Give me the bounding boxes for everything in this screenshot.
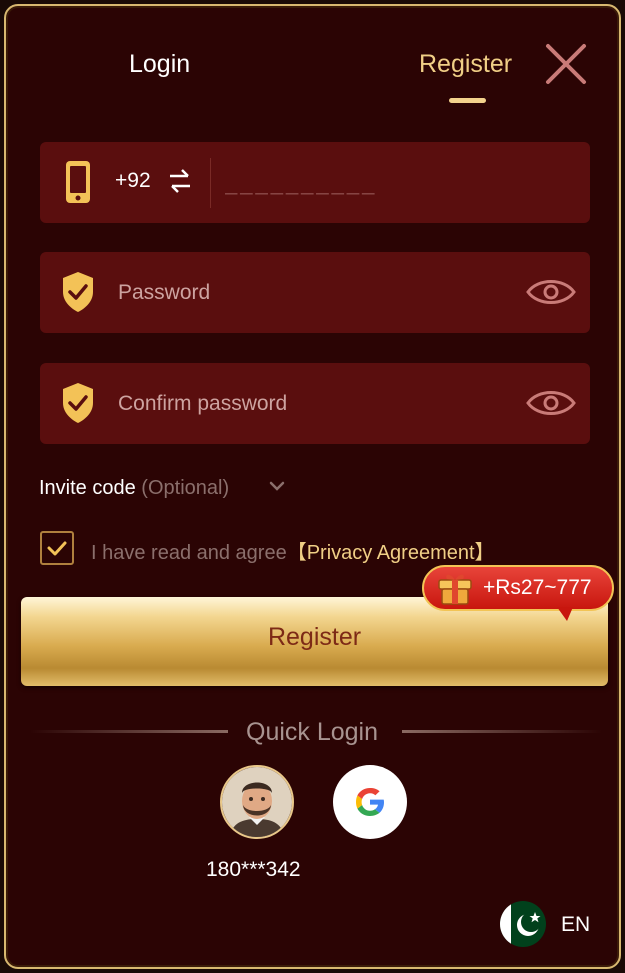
divider: [210, 158, 211, 208]
saved-account-avatar[interactable]: [220, 765, 294, 839]
bonus-amount: +Rs27~777: [483, 576, 592, 599]
quick-login-title: Quick Login: [246, 718, 379, 746]
invite-code-label: Invite code: [39, 477, 136, 499]
password-field: [40, 252, 590, 333]
privacy-agreement-link[interactable]: 【Privacy Agreement】: [287, 542, 495, 564]
phone-input[interactable]: [223, 164, 567, 202]
close-icon: [546, 44, 586, 84]
close-button[interactable]: [544, 42, 588, 86]
bonus-badge-tail: [557, 607, 573, 621]
gift-box-icon: [438, 574, 472, 605]
eye-icon[interactable]: [526, 385, 576, 421]
eye-icon[interactable]: [526, 274, 576, 310]
agree-checkbox[interactable]: [40, 531, 74, 565]
swap-icon[interactable]: [168, 167, 192, 195]
tab-login[interactable]: Login: [129, 50, 190, 79]
language-selector[interactable]: EN: [500, 901, 600, 947]
confirm-password-field: [40, 363, 590, 444]
password-input[interactable]: [116, 273, 510, 313]
phone-icon: [66, 161, 90, 203]
agreement-text: I have read and agree【Privacy Agreement】: [91, 536, 495, 565]
active-tab-indicator: [449, 98, 486, 103]
phone-field: +92: [40, 142, 590, 223]
avatar-icon: [222, 767, 292, 837]
register-modal: Login Register +92 __________ Invite cod…: [4, 4, 621, 969]
check-icon: [47, 541, 67, 556]
invite-code-toggle[interactable]: Invite code (Optional): [39, 477, 229, 500]
shield-check-icon: [63, 383, 93, 423]
chevron-down-icon[interactable]: [268, 478, 286, 494]
bonus-badge: +Rs27~777: [422, 565, 614, 611]
google-icon: [356, 788, 384, 816]
divider-left: [30, 730, 228, 733]
country-code[interactable]: +92: [115, 169, 151, 193]
divider-right: [402, 730, 602, 733]
agreement-label: I have read and agree: [91, 542, 287, 564]
shield-check-icon: [63, 272, 93, 312]
tab-register[interactable]: Register: [419, 50, 512, 79]
invite-code-optional: (Optional): [141, 477, 230, 499]
saved-account-number: 180***342: [206, 858, 301, 881]
google-login-button[interactable]: [333, 765, 407, 839]
confirm-password-input[interactable]: [116, 384, 510, 424]
language-code: EN: [561, 913, 591, 936]
pakistan-flag-icon: [500, 901, 546, 947]
